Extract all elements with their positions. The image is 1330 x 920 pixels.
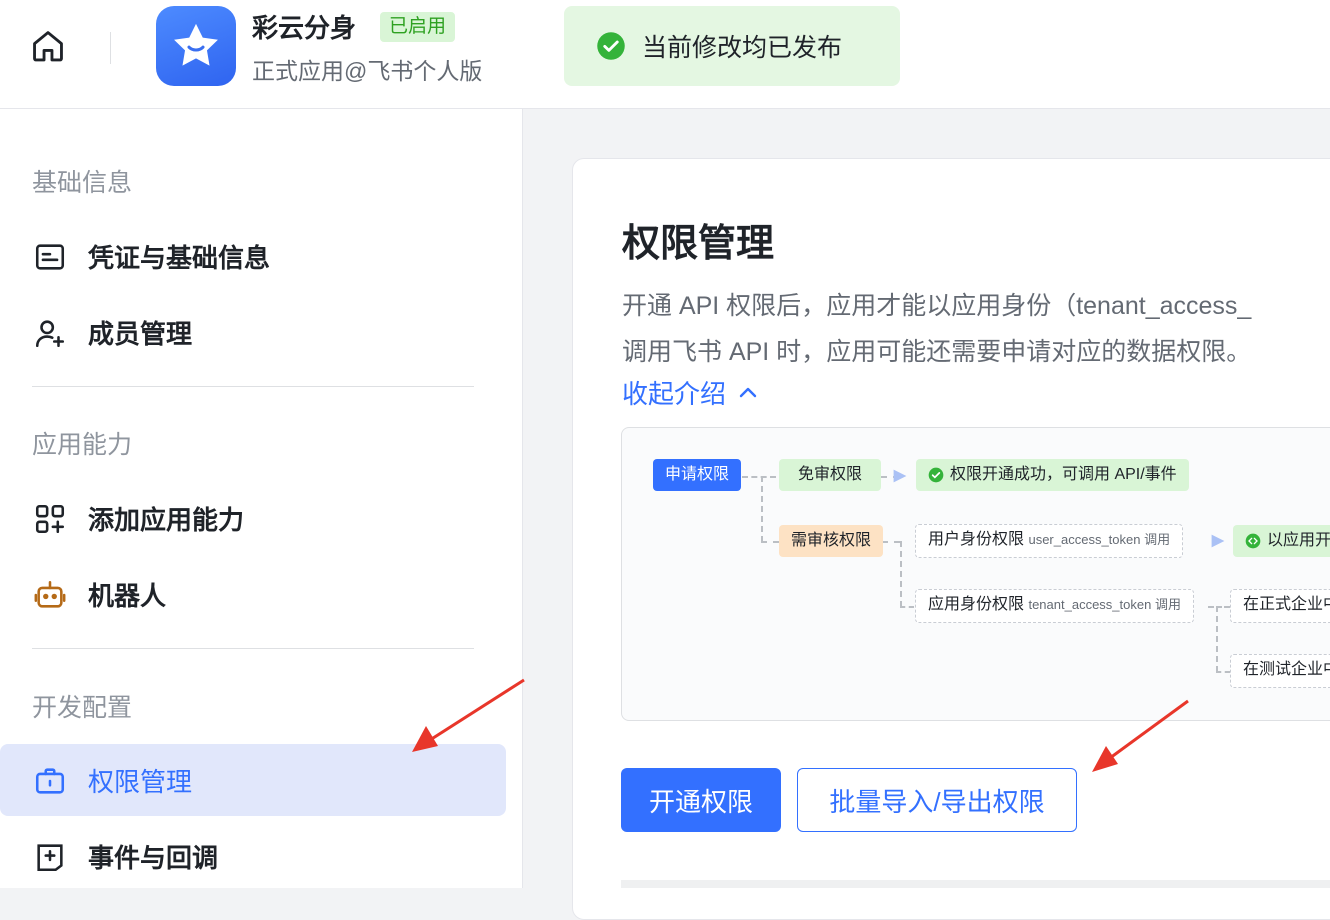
annotation-arrow-icon xyxy=(412,678,525,752)
home-icon xyxy=(33,31,63,62)
flow-connector xyxy=(761,476,763,542)
star-icon xyxy=(174,23,218,66)
sidebar-item-label: 添加应用能力 xyxy=(88,504,245,535)
collapse-intro-link[interactable]: 收起介绍 xyxy=(622,374,760,411)
app-open-tag: 以应用开 xyxy=(1233,525,1330,557)
review-permission-tag: 需审核权限 xyxy=(779,525,884,557)
check-circle-icon xyxy=(928,467,944,483)
test-tenant-tag: 在测试企业中 xyxy=(1230,654,1330,688)
sidebar-item-bot[interactable]: 机器人 xyxy=(0,558,506,630)
robot-icon xyxy=(32,577,68,613)
annotation-arrow-icon xyxy=(1092,699,1189,772)
sidebar-item-label: 权限管理 xyxy=(88,766,193,797)
section-title-capability: 应用能力 xyxy=(32,431,133,459)
publish-toast: 当前修改均已发布 xyxy=(564,6,900,86)
sidebar-divider xyxy=(32,386,474,387)
sidebar-item-events[interactable]: 事件与回调 xyxy=(0,820,506,892)
sidebar-divider xyxy=(32,648,474,649)
flow-arrow-icon xyxy=(1211,534,1225,548)
description-line-1: 开通 API 权限后，应用才能以应用身份（tenant_access_ xyxy=(622,292,1252,320)
flow-connector xyxy=(742,476,776,478)
credential-icon xyxy=(32,239,68,275)
flow-connector xyxy=(882,541,900,543)
flow-connector xyxy=(1216,606,1218,672)
toast-text: 当前修改均已发布 xyxy=(642,34,843,62)
flow-connector xyxy=(761,541,779,543)
header-divider xyxy=(110,32,111,64)
apply-permission-tag: 申请权限 xyxy=(653,459,742,491)
batch-import-export-button[interactable]: 批量导入/导出权限 xyxy=(797,768,1077,832)
user-permission-tag: 用户身份权限 user_access_token 调用 xyxy=(915,524,1184,558)
tenant-token-label: tenant_access_token 调用 xyxy=(1028,597,1181,612)
add-member-icon xyxy=(32,315,68,351)
app-permission-label: 应用身份权限 xyxy=(928,596,1025,613)
sidebar: 基础信息 凭证与基础信息 成员管理 应用能力 添加应用能力 机器人 开发配置 权… xyxy=(0,109,523,888)
sidebar-item-label: 凭证与基础信息 xyxy=(88,242,271,273)
section-title-basic: 基础信息 xyxy=(32,169,133,197)
flow-connector xyxy=(1208,606,1230,608)
enable-permission-button[interactable]: 开通权限 xyxy=(621,768,781,832)
event-icon xyxy=(32,839,68,875)
user-token-label: user_access_token 调用 xyxy=(1028,532,1171,547)
sidebar-item-label: 事件与回调 xyxy=(88,842,219,873)
app-name: 彩云分身 xyxy=(252,13,357,43)
add-capability-icon xyxy=(32,501,68,537)
flow-arrow-icon xyxy=(893,469,907,483)
app-status-badge: 已启用 xyxy=(380,12,456,42)
success-tag: 权限开通成功，可调用 API/事件 xyxy=(916,459,1189,491)
check-circle-icon xyxy=(597,32,625,60)
sidebar-item-label: 机器人 xyxy=(88,580,167,611)
section-title-dev: 开发配置 xyxy=(32,694,133,722)
page-title: 权限管理 xyxy=(622,223,775,265)
code-circle-icon xyxy=(1245,533,1261,549)
chevron-up-icon xyxy=(739,387,757,397)
sidebar-item-label: 成员管理 xyxy=(88,318,193,349)
briefcase-icon xyxy=(32,763,68,799)
sidebar-item-add-capability[interactable]: 添加应用能力 xyxy=(0,482,506,554)
sidebar-item-members[interactable]: 成员管理 xyxy=(0,296,506,368)
flow-connector xyxy=(1216,671,1230,673)
app-logo xyxy=(156,6,236,86)
app-open-text: 以应用开 xyxy=(1267,532,1330,549)
description-line-2: 调用飞书 API 时，应用可能还需要申请对应的数据权限。 xyxy=(622,338,1252,366)
free-permission-tag: 免审权限 xyxy=(779,459,881,491)
flow-connector xyxy=(900,541,902,607)
collapse-label: 收起介绍 xyxy=(622,379,727,409)
app-subtitle: 正式应用@飞书个人版 xyxy=(252,58,483,84)
app-permission-tag: 应用身份权限 tenant_access_token 调用 xyxy=(915,589,1194,623)
formal-tenant-tag: 在正式企业中 xyxy=(1230,589,1330,623)
table-header-strip xyxy=(621,880,1330,888)
sidebar-item-credentials[interactable]: 凭证与基础信息 xyxy=(0,220,506,292)
top-bar: 彩云分身 已启用 正式应用@飞书个人版 当前修改均已发布 xyxy=(0,0,1330,109)
success-text: 权限开通成功，可调用 API/事件 xyxy=(950,466,1177,483)
permission-flow-diagram: 申请权限 免审权限 权限开通成功，可调用 API/事件 需审核权限 用户身份权限… xyxy=(621,427,1330,721)
user-permission-label: 用户身份权限 xyxy=(928,531,1025,548)
flow-connector xyxy=(900,606,914,608)
home-button[interactable] xyxy=(28,26,68,66)
